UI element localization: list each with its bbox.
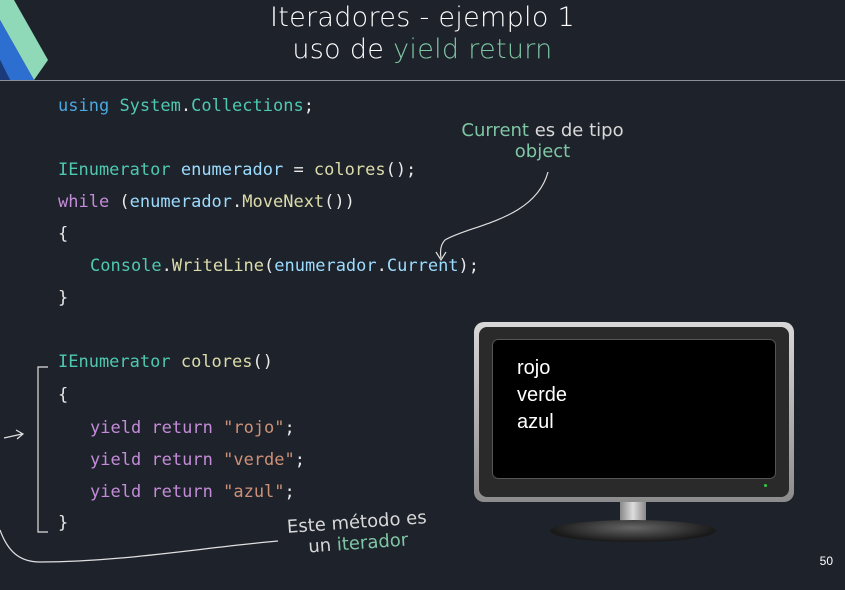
code-function: MoveNext bbox=[242, 192, 325, 212]
code-punct: ( bbox=[109, 192, 130, 212]
note-accent: object bbox=[514, 141, 571, 162]
monitor-bezel: rojo verde azul bbox=[479, 327, 789, 497]
title-divider bbox=[0, 80, 845, 81]
code-dot: . bbox=[180, 96, 192, 116]
slide: Iteradores - ejemplo 1 uso de yield retu… bbox=[0, 0, 845, 590]
code-keyword: using bbox=[58, 96, 110, 116]
code-string: "rojo" bbox=[223, 418, 285, 438]
code-keyword: while bbox=[58, 192, 110, 212]
slide-title-line1: Iteradores - ejemplo 1 bbox=[269, 2, 576, 33]
page-number: 50 bbox=[819, 554, 833, 568]
title-accent: yield return bbox=[393, 34, 553, 65]
code-variable: enumerador bbox=[180, 160, 284, 180]
code-variable: enumerador bbox=[129, 192, 233, 212]
code-string: "verde" bbox=[223, 450, 295, 470]
code-keyword: yield bbox=[90, 418, 142, 438]
code-type: Console bbox=[90, 256, 162, 276]
console-screen: rojo verde azul bbox=[492, 339, 776, 479]
code-line-writeline: Console.WriteLine(enumerador.Current); bbox=[90, 256, 479, 276]
code-type: IEnumerator bbox=[58, 352, 171, 372]
code-operator: = bbox=[283, 160, 314, 180]
title-prefix: uso de bbox=[292, 34, 394, 65]
code-punct: ; bbox=[284, 418, 295, 438]
code-keyword: yield bbox=[90, 482, 142, 502]
code-type: IEnumerator bbox=[58, 160, 171, 180]
code-function: colores bbox=[313, 160, 386, 180]
monitor-base bbox=[550, 520, 716, 542]
code-line-method-sig: IEnumerator colores() bbox=[58, 352, 273, 372]
code-keyword: return bbox=[151, 450, 213, 470]
note-accent: iterador bbox=[336, 529, 409, 556]
code-punct: ()) bbox=[324, 192, 355, 212]
slide-title-line2: uso de yield return bbox=[0, 34, 845, 65]
code-keyword: yield bbox=[90, 450, 142, 470]
code-punct: () bbox=[252, 352, 273, 372]
code-namespace: System bbox=[119, 96, 181, 116]
power-led-icon bbox=[764, 484, 767, 487]
note-current-type: Current es de tipo object bbox=[440, 120, 645, 162]
code-line-open-brace: { bbox=[58, 385, 69, 405]
code-dot: . bbox=[376, 256, 387, 276]
monitor-icon: rojo verde azul bbox=[474, 322, 794, 502]
code-punct: (); bbox=[385, 160, 417, 180]
console-output-line: rojo bbox=[517, 357, 551, 379]
code-dot: . bbox=[161, 256, 172, 276]
code-namespace: Collections bbox=[191, 96, 304, 116]
iterator-curve-icon bbox=[0, 529, 279, 563]
bracket-arrow-icon bbox=[3, 433, 23, 439]
method-bracket-icon bbox=[37, 366, 48, 533]
code-property: Current bbox=[386, 256, 459, 276]
note-text: es de tipo bbox=[528, 120, 624, 141]
code-line-close-brace: } bbox=[58, 513, 69, 533]
code-dot: . bbox=[232, 192, 243, 212]
code-punct: ); bbox=[458, 256, 480, 276]
console-output-line: verde bbox=[517, 384, 568, 406]
code-punct: ; bbox=[294, 450, 306, 470]
console-output-line: azul bbox=[517, 411, 554, 433]
arrow-to-current-icon bbox=[439, 171, 549, 259]
code-line-yield: yield return "verde"; bbox=[90, 450, 305, 470]
code-line-close-brace: } bbox=[58, 288, 69, 308]
code-keyword: return bbox=[151, 418, 213, 438]
code-function: colores bbox=[180, 352, 253, 372]
code-line-while: while (enumerador.MoveNext()) bbox=[58, 192, 355, 212]
code-line-using: using System.Collections; bbox=[58, 96, 314, 116]
code-variable: enumerador bbox=[274, 256, 377, 276]
code-punct: ; bbox=[303, 96, 314, 116]
code-punct: ; bbox=[284, 482, 295, 502]
note-accent: Current bbox=[461, 120, 529, 141]
note-iterator: Este método es un iterador bbox=[269, 506, 447, 560]
note-text: un bbox=[307, 534, 338, 558]
code-punct: ( bbox=[264, 256, 275, 276]
code-line-open-brace: { bbox=[58, 224, 69, 244]
code-string: "azul" bbox=[223, 482, 285, 502]
code-keyword: return bbox=[151, 482, 213, 502]
code-function: WriteLine bbox=[171, 256, 265, 276]
code-line-declare: IEnumerator enumerador = colores(); bbox=[58, 160, 416, 180]
code-line-yield: yield return "rojo"; bbox=[90, 418, 295, 438]
code-line-yield: yield return "azul"; bbox=[90, 482, 295, 502]
